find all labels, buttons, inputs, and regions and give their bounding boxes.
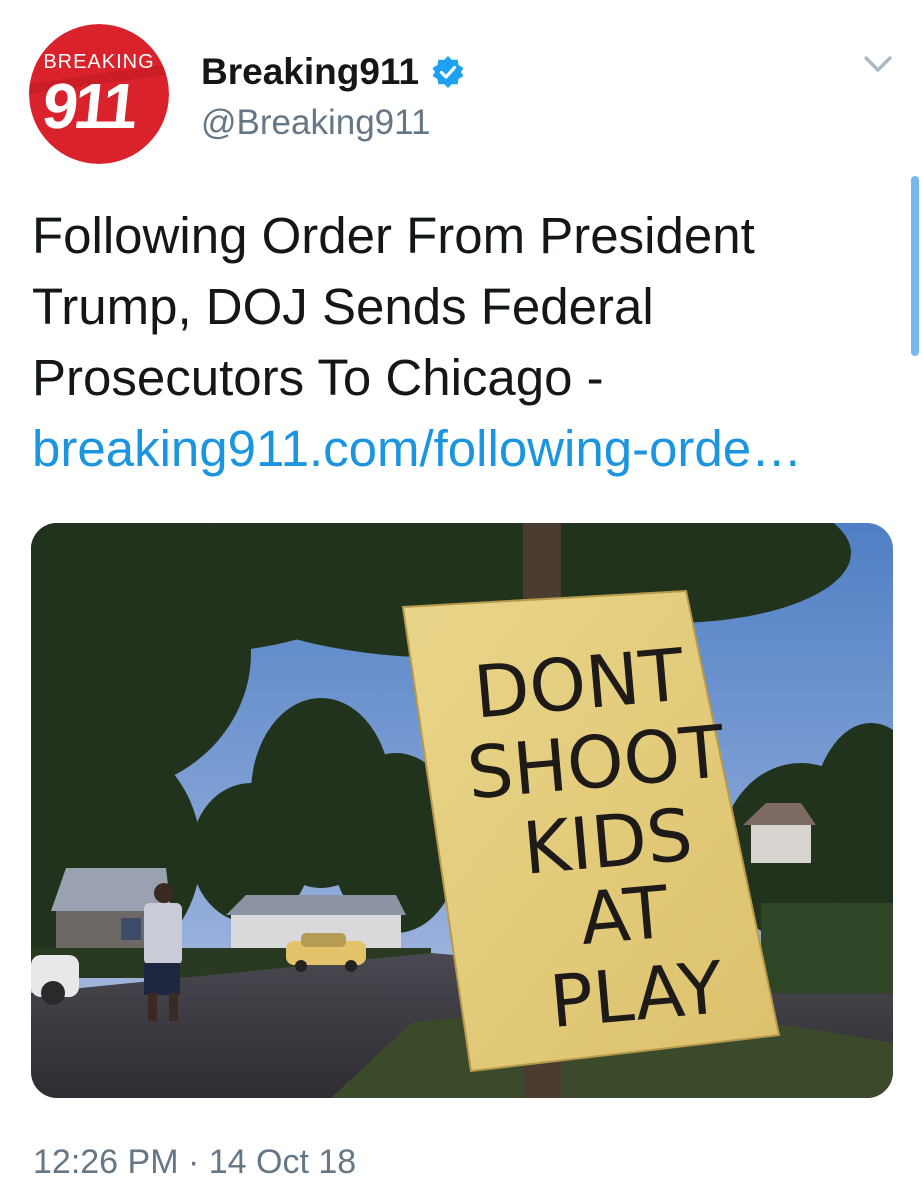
- timestamp-separator: ·: [187, 1143, 200, 1181]
- author-display-name[interactable]: Breaking911: [201, 50, 465, 94]
- sign-line-4: AT: [577, 870, 673, 961]
- avatar[interactable]: BREAKING 911: [29, 24, 169, 164]
- verified-badge-icon: [432, 56, 464, 88]
- tweet-timestamp[interactable]: 12:26 PM · 14 Oct 18: [33, 1140, 356, 1184]
- sign-line-5: PLAY: [546, 945, 727, 1044]
- author-name-text: Breaking911: [201, 51, 420, 92]
- avatar-logo-number: 911: [39, 70, 140, 142]
- tweet-card: BREAKING 911 Breaking911 @Breaking911 Fo…: [0, 0, 923, 1200]
- tweet-link[interactable]: breaking911.com/following-orde…: [32, 413, 902, 484]
- tweet-headline: Following Order From President Trump, DO…: [32, 207, 755, 406]
- breaking911-logo: BREAKING 911: [29, 24, 169, 164]
- photo-illustration: DONT SHOOT KIDS AT PLAY: [31, 523, 893, 1098]
- timestamp-time: 12:26 PM: [33, 1143, 179, 1181]
- author-handle[interactable]: @Breaking911: [201, 102, 430, 144]
- tweet-text: Following Order From President Trump, DO…: [32, 200, 902, 484]
- timestamp-date: 14 Oct 18: [208, 1143, 357, 1181]
- scrollbar-thumb[interactable]: [911, 176, 919, 356]
- tweet-photo[interactable]: DONT SHOOT KIDS AT PLAY: [31, 523, 893, 1098]
- chevron-down-icon[interactable]: [860, 46, 896, 82]
